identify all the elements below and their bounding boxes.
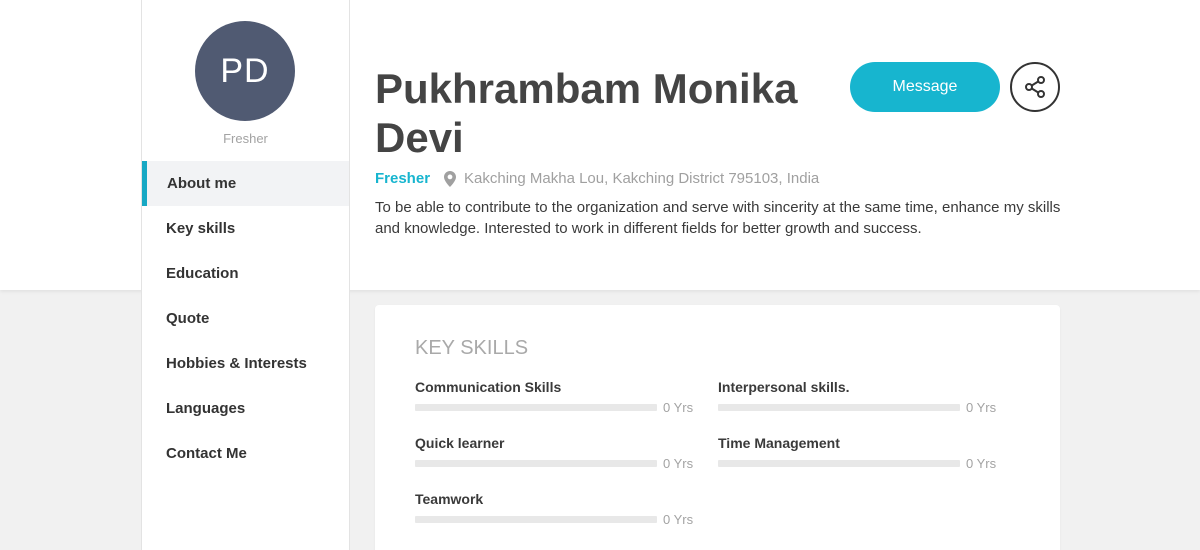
skill-name: Interpersonal skills. bbox=[718, 379, 850, 395]
sidebar-item-hobbies[interactable]: Hobbies & Interests bbox=[142, 341, 349, 386]
skill-item: Teamwork 0 Yrs bbox=[415, 491, 695, 527]
skill-years: 0 Yrs bbox=[663, 400, 694, 415]
profile-status: Fresher bbox=[375, 170, 431, 187]
profile-meta: Fresher Kakching Makha Lou, Kakching Dis… bbox=[375, 170, 819, 187]
sidebar-item-languages[interactable]: Languages bbox=[142, 386, 349, 431]
skill-progress-bar bbox=[718, 460, 960, 467]
skill-item: Interpersonal skills. 0 Yrs bbox=[718, 379, 998, 415]
key-skills-title: KEY SKILLS bbox=[415, 337, 529, 359]
key-skills-card: KEY SKILLS Communication Skills 0 Yrs In… bbox=[375, 305, 1060, 550]
location-pin-icon bbox=[444, 170, 457, 187]
skill-item: Quick learner 0 Yrs bbox=[415, 435, 695, 471]
skill-progress-bar bbox=[415, 460, 657, 467]
skill-name: Quick learner bbox=[415, 435, 505, 451]
share-button[interactable] bbox=[1010, 62, 1060, 112]
sidebar-item-quote[interactable]: Quote bbox=[142, 296, 349, 341]
profile-name: Pukhrambam Monika Devi bbox=[375, 65, 798, 161]
sidebar-status: Fresher bbox=[223, 131, 268, 146]
sidebar-item-education[interactable]: Education bbox=[142, 251, 349, 296]
skill-progress-bar bbox=[415, 404, 657, 411]
skill-years: 0 Yrs bbox=[663, 512, 694, 527]
sidebar-item-contact-me[interactable]: Contact Me bbox=[142, 431, 349, 476]
skill-years: 0 Yrs bbox=[966, 456, 997, 471]
skill-item: Communication Skills 0 Yrs bbox=[415, 379, 695, 415]
skill-years: 0 Yrs bbox=[966, 400, 997, 415]
share-icon bbox=[1025, 76, 1045, 98]
sidebar: PD Fresher About me Key skills Education… bbox=[141, 0, 350, 550]
avatar: PD bbox=[195, 21, 295, 121]
sidebar-item-about-me[interactable]: About me bbox=[142, 161, 349, 206]
message-button[interactable]: Message bbox=[850, 62, 1000, 112]
profile-bio: To be able to contribute to the organiza… bbox=[375, 199, 1061, 237]
sidebar-nav: About me Key skills Education Quote Hobb… bbox=[142, 161, 349, 476]
skill-years: 0 Yrs bbox=[663, 456, 694, 471]
skill-progress-bar bbox=[718, 404, 960, 411]
skill-name: Time Management bbox=[718, 435, 840, 451]
sidebar-item-key-skills[interactable]: Key skills bbox=[142, 206, 349, 251]
skill-name: Communication Skills bbox=[415, 379, 562, 395]
skill-progress-bar bbox=[415, 516, 657, 523]
skill-name: Teamwork bbox=[415, 491, 484, 507]
skill-item: Time Management 0 Yrs bbox=[718, 435, 998, 471]
profile-location: Kakching Makha Lou, Kakching District 79… bbox=[464, 170, 820, 187]
